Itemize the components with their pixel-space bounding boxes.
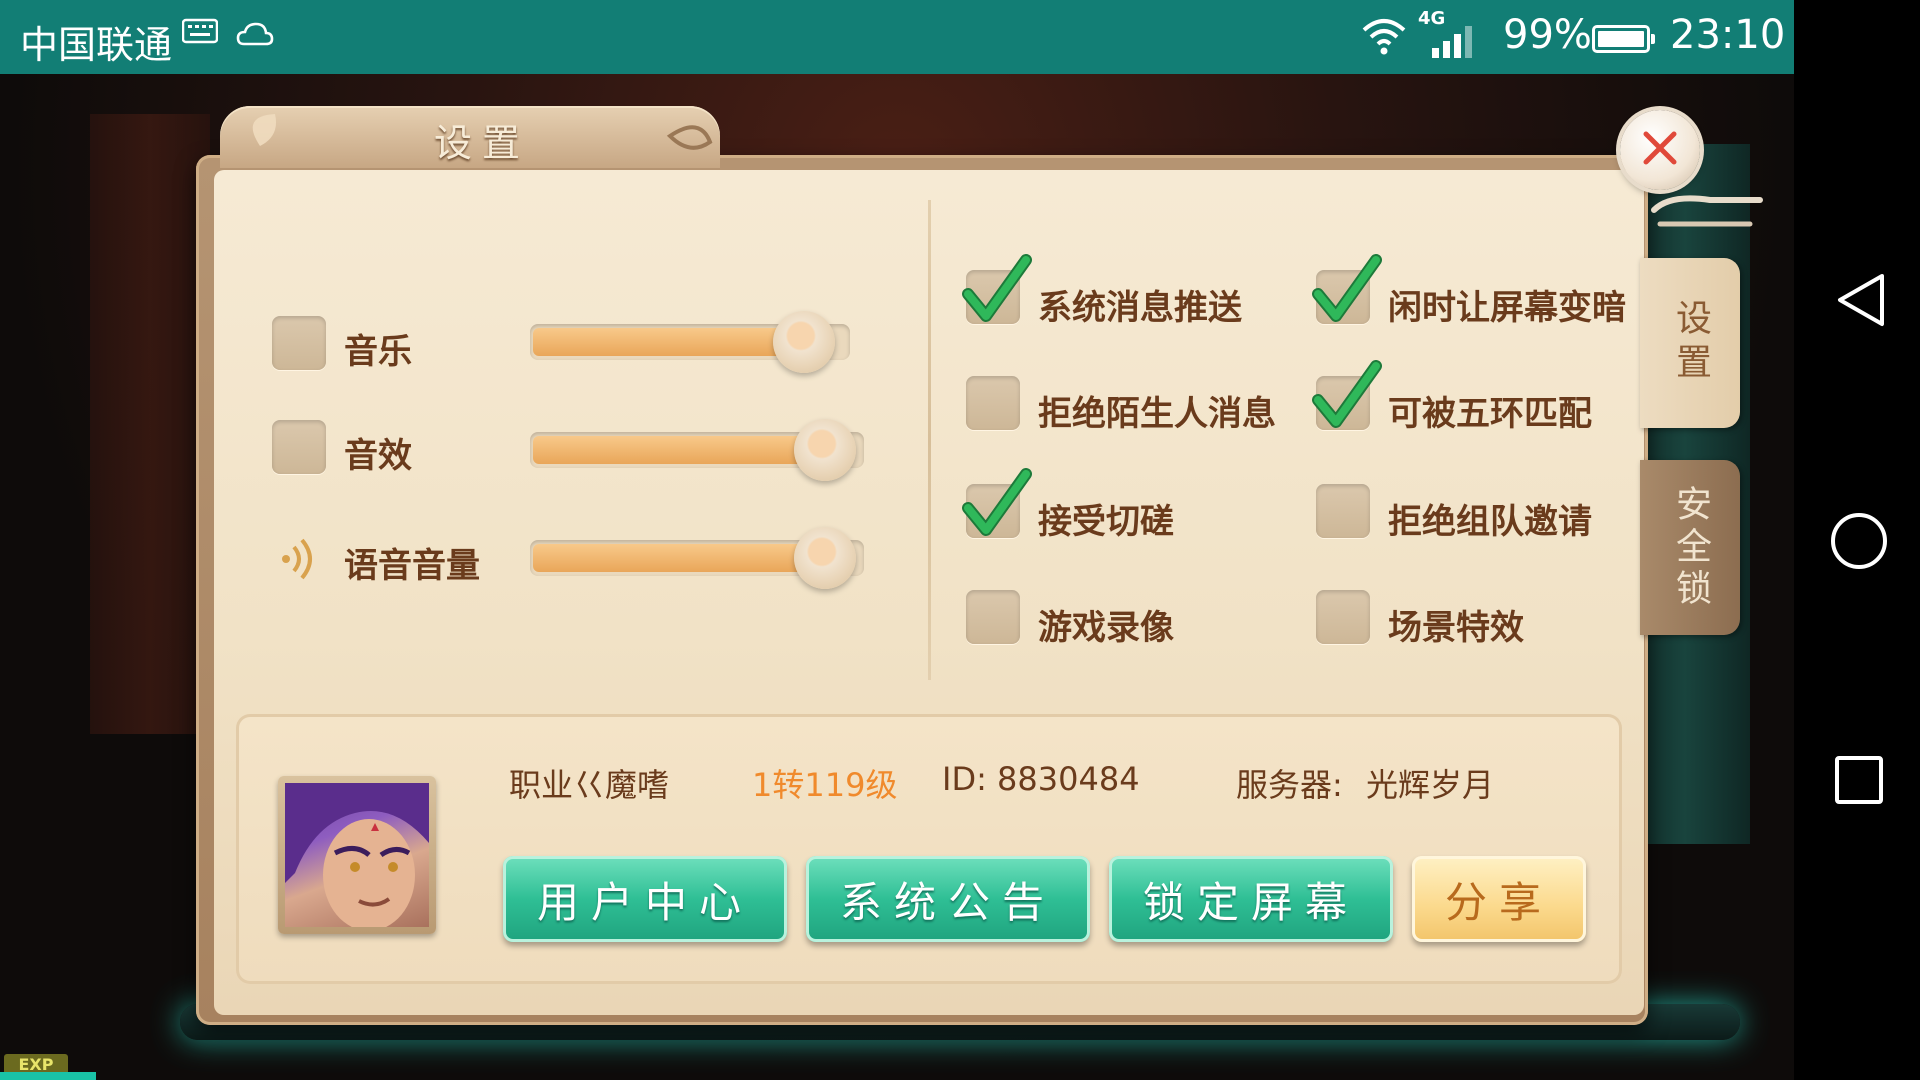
user-center-button[interactable]: 用户中心 [503, 856, 787, 942]
announcement-button[interactable]: 系统公告 [806, 856, 1090, 942]
avatar [285, 783, 429, 927]
keyboard-icon [181, 18, 219, 48]
sound-effects-label: 音效 [344, 436, 412, 476]
accept-duel-checkbox[interactable] [962, 468, 1032, 538]
weather-icon [236, 18, 274, 52]
server-name: 光辉岁月 [1366, 766, 1495, 804]
player-level: 1转119级 [752, 766, 898, 804]
lock-screen-button[interactable]: 锁定屏幕 [1109, 856, 1393, 942]
dim-when-idle-label: 闲时让屏幕变暗 [1388, 288, 1626, 328]
checkmark-icon [962, 468, 1032, 536]
panel-title: 设置 [434, 121, 531, 165]
status-bar: 中国联通 4G 99% 23:10 [0, 0, 1794, 74]
sound-effects-volume-slider[interactable] [530, 419, 864, 481]
close-button[interactable] [1620, 110, 1700, 190]
battery-icon [1592, 25, 1655, 53]
reject-strangers-label: 拒绝陌生人消息 [1038, 394, 1276, 434]
back-icon[interactable] [1834, 272, 1888, 332]
recents-icon[interactable] [1834, 755, 1884, 809]
music-label: 音乐 [344, 332, 412, 372]
system-push-checkbox[interactable] [962, 254, 1032, 324]
server-label: 服务器: [1236, 766, 1343, 804]
tab-security-lock[interactable]: 安全锁 [1640, 460, 1740, 635]
battery-percent: 99% [1503, 12, 1592, 58]
checkmark-icon [1312, 254, 1382, 322]
sound-effects-volume-fill [533, 436, 827, 464]
game-recording-label: 游戏录像 [1038, 608, 1174, 648]
music-checkbox[interactable] [272, 316, 326, 370]
music-volume-fill [533, 328, 806, 356]
sound-effects-volume-knob[interactable] [794, 419, 856, 481]
home-icon[interactable] [1830, 512, 1888, 574]
clock: 23:10 [1670, 12, 1786, 58]
reject-team-invite-checkbox[interactable] [1316, 484, 1370, 538]
scene-effects-label: 场景特效 [1388, 608, 1524, 648]
reject-team-invite-label: 拒绝组队邀请 [1388, 502, 1592, 542]
five-ring-match-label: 可被五环匹配 [1388, 394, 1592, 434]
exp-bar [0, 1072, 96, 1080]
navigation-bar [1794, 0, 1920, 1080]
checkmark-icon [1312, 360, 1382, 428]
sound-icon [278, 534, 322, 588]
game-recording-checkbox[interactable] [966, 590, 1020, 644]
music-volume-slider[interactable] [530, 311, 850, 373]
player-profession: 职业巜魔嗜 [509, 766, 670, 804]
scene-effects-checkbox[interactable] [1316, 590, 1370, 644]
tab-settings-label: 设置 [1670, 299, 1711, 387]
share-button[interactable]: 分享 [1412, 856, 1586, 942]
dim-when-idle-checkbox[interactable] [1312, 254, 1382, 324]
music-volume-knob[interactable] [773, 311, 835, 373]
player-info-box [236, 714, 1622, 984]
tab-settings[interactable]: 设置 [1640, 258, 1740, 428]
voice-volume-fill [533, 544, 827, 572]
five-ring-match-checkbox[interactable] [1312, 360, 1382, 430]
voice-volume-knob[interactable] [794, 527, 856, 589]
tab-security-lock-label: 安全锁 [1670, 484, 1711, 611]
sound-effects-checkbox[interactable] [272, 420, 326, 474]
avatar-frame[interactable] [278, 776, 436, 934]
signal-icon [1430, 26, 1484, 62]
reject-strangers-checkbox[interactable] [966, 376, 1020, 430]
section-divider [928, 200, 931, 680]
player-id: ID: 8830484 [942, 760, 1140, 798]
carrier-name: 中国联通 [20, 23, 173, 67]
voice-volume-slider[interactable] [530, 527, 864, 589]
close-icon [1640, 128, 1680, 172]
checkmark-icon [962, 254, 1032, 322]
close-button-ribbon [1651, 195, 1763, 227]
accept-duel-label: 接受切磋 [1038, 502, 1174, 542]
voice-volume-label: 语音音量 [344, 546, 480, 586]
system-push-label: 系统消息推送 [1038, 288, 1242, 328]
scene-pillar [90, 114, 210, 734]
wifi-icon [1360, 16, 1408, 60]
